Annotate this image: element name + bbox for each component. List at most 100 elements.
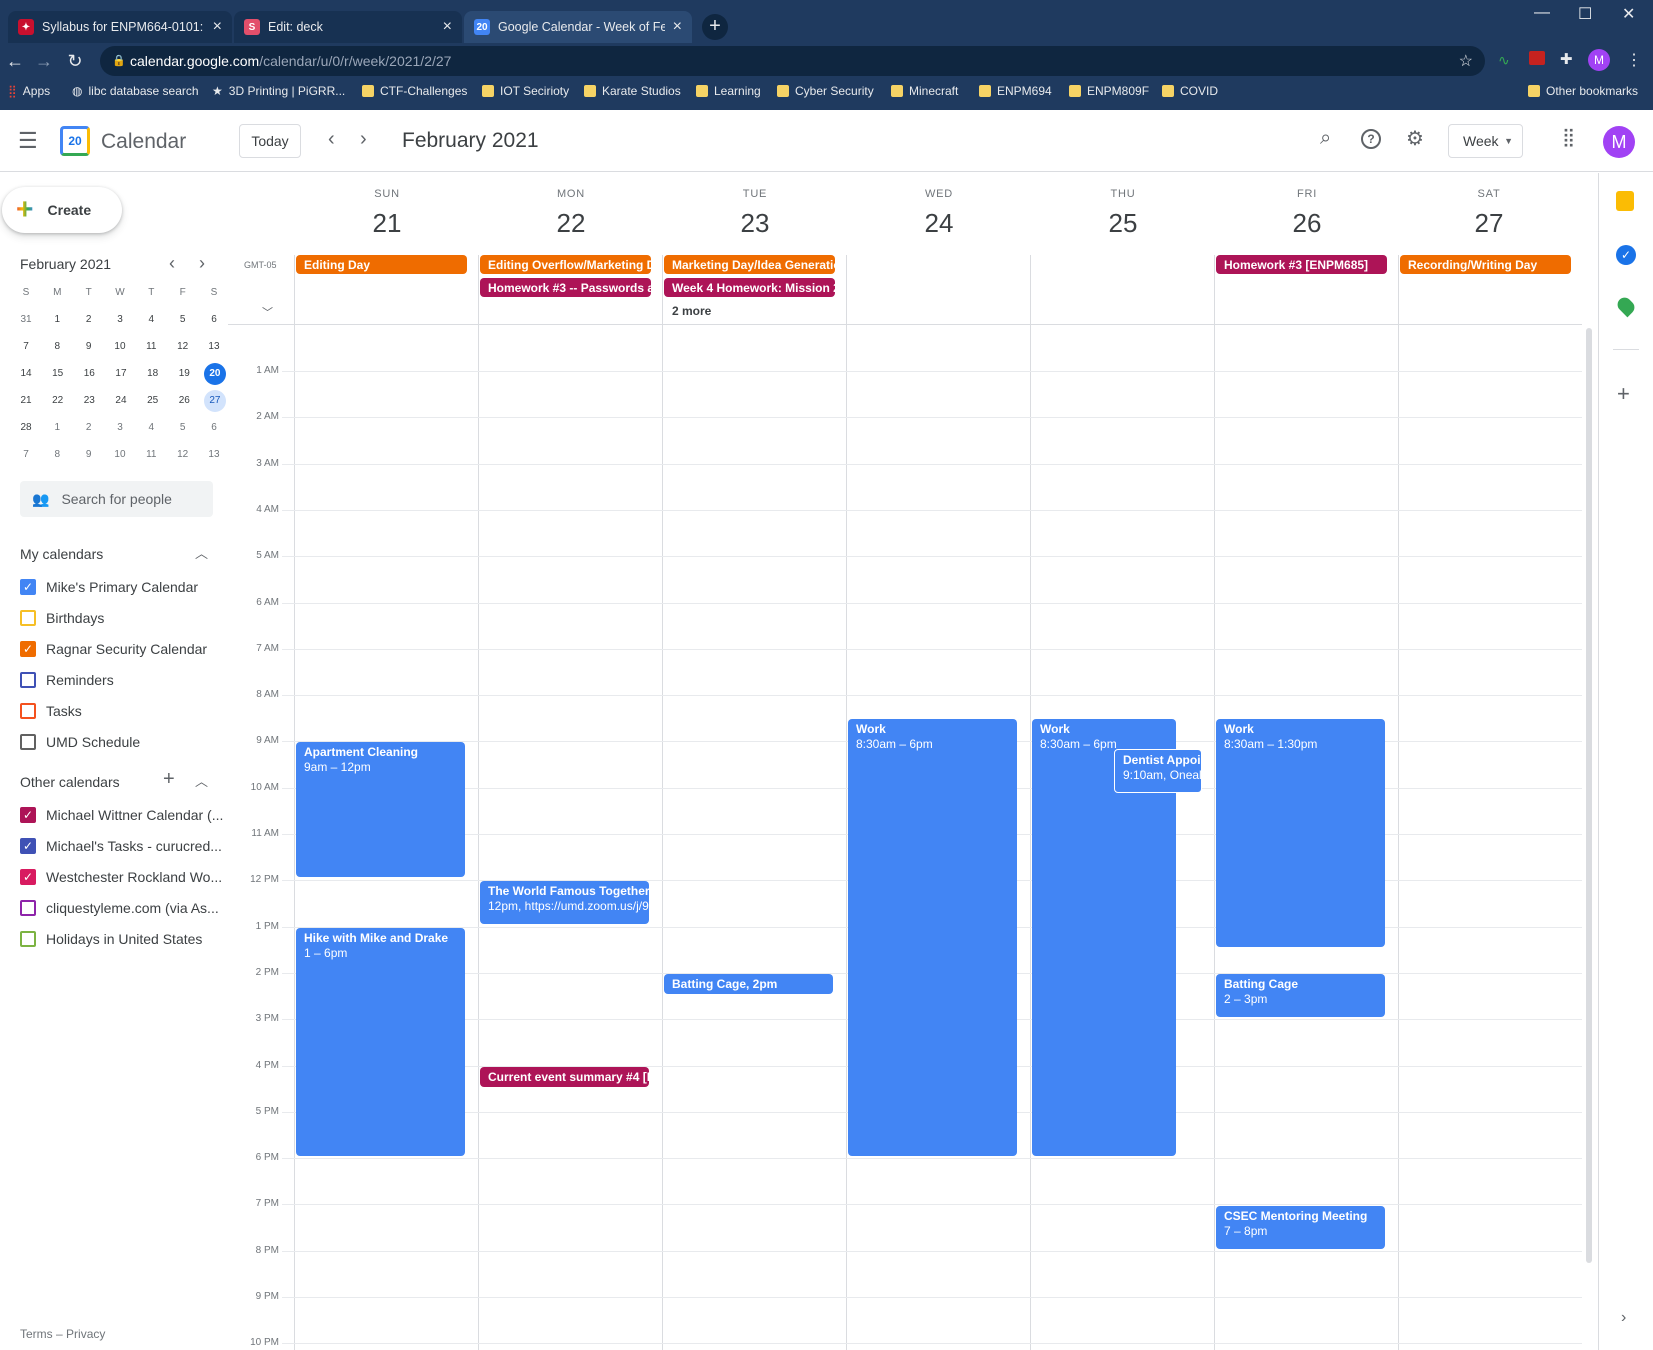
bookmark-karate[interactable]: Karate Studios	[584, 84, 681, 98]
view-selector[interactable]: Week ▼	[1448, 124, 1523, 158]
calendar-checkbox[interactable]	[20, 703, 36, 719]
event-hike[interactable]: Hike with Mike and Drake 1 – 6pm	[296, 928, 465, 1156]
calendar-checkbox[interactable]: ✓	[20, 807, 36, 823]
expand-panel-icon[interactable]: ›	[1621, 1309, 1626, 1327]
minimize-icon[interactable]: —	[1534, 4, 1550, 22]
add-calendar-icon[interactable]: +	[163, 768, 175, 791]
expand-allday-icon[interactable]: ﹀	[262, 304, 273, 320]
new-tab-button[interactable]: +	[702, 14, 728, 40]
calendar-checkbox[interactable]: ✓	[20, 838, 36, 854]
event-apartment-cleaning[interactable]: Apartment Cleaning 9am – 12pm	[296, 742, 465, 877]
mini-day[interactable]: 12	[171, 336, 195, 358]
calendar-checkbox[interactable]: ✓	[20, 641, 36, 657]
allday-event[interactable]: Week 4 Homework: Mission 2	[664, 278, 835, 297]
day-number-sun[interactable]: 21	[295, 208, 479, 239]
privacy-link[interactable]: Privacy	[66, 1327, 105, 1341]
tab-syllabus[interactable]: ✦ Syllabus for ENPM664-0101: Emb ×	[8, 11, 232, 43]
search-people-field[interactable]: 👥 Search for people	[20, 481, 213, 517]
event-batting-cage-fri[interactable]: Batting Cage 2 – 3pm	[1216, 974, 1385, 1017]
mini-day[interactable]: 4	[139, 309, 163, 331]
allday-event[interactable]: Marketing Day/Idea Generatio	[664, 255, 835, 274]
extension-red-icon[interactable]	[1529, 51, 1545, 65]
mini-day[interactable]: 5	[171, 417, 195, 439]
bookmark-3d-printing[interactable]: ★ 3D Printing | PiGRR...	[212, 84, 345, 98]
calendar-list-item[interactable]: Reminders	[20, 672, 114, 688]
maximize-icon[interactable]: ☐	[1578, 4, 1592, 24]
mini-next-icon[interactable]: ›	[199, 253, 205, 274]
next-week-icon[interactable]: ›	[360, 128, 367, 151]
day-number-tue[interactable]: 23	[663, 208, 847, 239]
other-calendars-header[interactable]: Other calendars	[20, 774, 120, 790]
mini-day[interactable]: 7	[14, 444, 38, 466]
calendar-checkbox[interactable]	[20, 900, 36, 916]
mini-day[interactable]: 23	[77, 390, 101, 412]
extensions-puzzle-icon[interactable]: ✚	[1560, 50, 1573, 68]
mini-day[interactable]: 27	[203, 390, 226, 412]
calendar-list-item[interactable]: ✓ Ragnar Security Calendar	[20, 641, 207, 657]
calendar-list-item[interactable]: ✓ Michael's Tasks - curucred...	[20, 838, 222, 854]
mini-day[interactable]: 3	[108, 417, 132, 439]
mini-day[interactable]: 22	[46, 390, 70, 412]
event-batting-cage-tue[interactable]: Batting Cage, 2pm	[664, 974, 833, 994]
mini-day[interactable]: 17	[109, 363, 133, 385]
event-csec-mentoring[interactable]: CSEC Mentoring Meeting 7 – 8pm	[1216, 1206, 1385, 1249]
mini-day[interactable]: 14	[14, 363, 38, 385]
mini-day[interactable]: 2	[77, 309, 101, 331]
create-button[interactable]: + Create	[2, 187, 122, 233]
bookmark-learning[interactable]: Learning	[696, 84, 761, 98]
calendar-list-item[interactable]: Birthdays	[20, 610, 104, 626]
day-number-sat[interactable]: 27	[1397, 208, 1581, 239]
calendar-list-item[interactable]: Tasks	[20, 703, 82, 719]
calendar-list-item[interactable]: ✓ Westchester Rockland Wo...	[20, 869, 222, 885]
extension-green-icon[interactable]: ∿	[1498, 52, 1510, 69]
vertical-scrollbar[interactable]	[1586, 328, 1592, 1263]
close-icon[interactable]: ×	[213, 18, 222, 36]
close-icon[interactable]: ×	[673, 18, 682, 36]
close-icon[interactable]: ×	[443, 18, 452, 36]
event-world-famous[interactable]: The World Famous TogetherCal12pm, https:…	[480, 881, 649, 924]
calendar-checkbox[interactable]	[20, 672, 36, 688]
mini-day[interactable]: 24	[109, 390, 133, 412]
mini-day[interactable]: 11	[139, 444, 163, 466]
mini-day[interactable]: 1	[45, 309, 69, 331]
profile-avatar[interactable]: M	[1588, 49, 1610, 71]
allday-event[interactable]: Recording/Writing Day	[1400, 255, 1571, 274]
mini-day[interactable]: 10	[108, 336, 132, 358]
allday-event[interactable]: Homework #3 -- Passwords ai	[480, 278, 651, 297]
mini-day[interactable]: 31	[14, 309, 38, 331]
mini-day[interactable]: 12	[171, 444, 195, 466]
mini-day[interactable]: 20	[203, 363, 226, 385]
mini-day[interactable]: 9	[77, 444, 101, 466]
main-menu-icon[interactable]: ☰	[18, 128, 38, 154]
mini-day[interactable]: 18	[141, 363, 165, 385]
mini-day[interactable]: 4	[139, 417, 163, 439]
calendar-checkbox[interactable]: ✓	[20, 579, 36, 595]
day-number-wed[interactable]: 24	[847, 208, 1031, 239]
chrome-menu-icon[interactable]: ⋮	[1626, 50, 1642, 70]
bookmark-cyber-security[interactable]: Cyber Security	[777, 84, 874, 98]
mini-day[interactable]: 21	[14, 390, 38, 412]
previous-week-icon[interactable]: ‹	[328, 128, 335, 151]
add-addon-icon[interactable]: +	[1617, 381, 1630, 407]
mini-day[interactable]: 6	[202, 417, 226, 439]
settings-gear-icon[interactable]: ⚙	[1406, 126, 1424, 151]
calendar-checkbox[interactable]	[20, 931, 36, 947]
calendar-list-item[interactable]: Holidays in United States	[20, 931, 202, 947]
day-number-fri[interactable]: 26	[1215, 208, 1399, 239]
search-icon[interactable]: ⌕	[1320, 127, 1331, 150]
mini-day[interactable]: 3	[108, 309, 132, 331]
my-calendars-header[interactable]: My calendars	[20, 546, 103, 562]
mini-day[interactable]: 9	[77, 336, 101, 358]
calendar-checkbox[interactable]: ✓	[20, 869, 36, 885]
day-number-mon[interactable]: 22	[479, 208, 663, 239]
calendar-list-item[interactable]: ✓ Michael Wittner Calendar (...	[20, 807, 223, 823]
mini-day[interactable]: 15	[46, 363, 70, 385]
mini-day[interactable]: 6	[202, 309, 226, 331]
mini-day[interactable]: 11	[139, 336, 163, 358]
bookmark-star-icon[interactable]: ☆	[1459, 51, 1473, 71]
event-current-summary[interactable]: Current event summary #4 [ENI	[480, 1067, 649, 1087]
event-work-fri[interactable]: Work 8:30am – 1:30pm	[1216, 719, 1385, 947]
calendar-list-item[interactable]: ✓ Mike's Primary Calendar	[20, 579, 198, 595]
mini-day[interactable]: 7	[14, 336, 38, 358]
mini-day[interactable]: 28	[14, 417, 38, 439]
